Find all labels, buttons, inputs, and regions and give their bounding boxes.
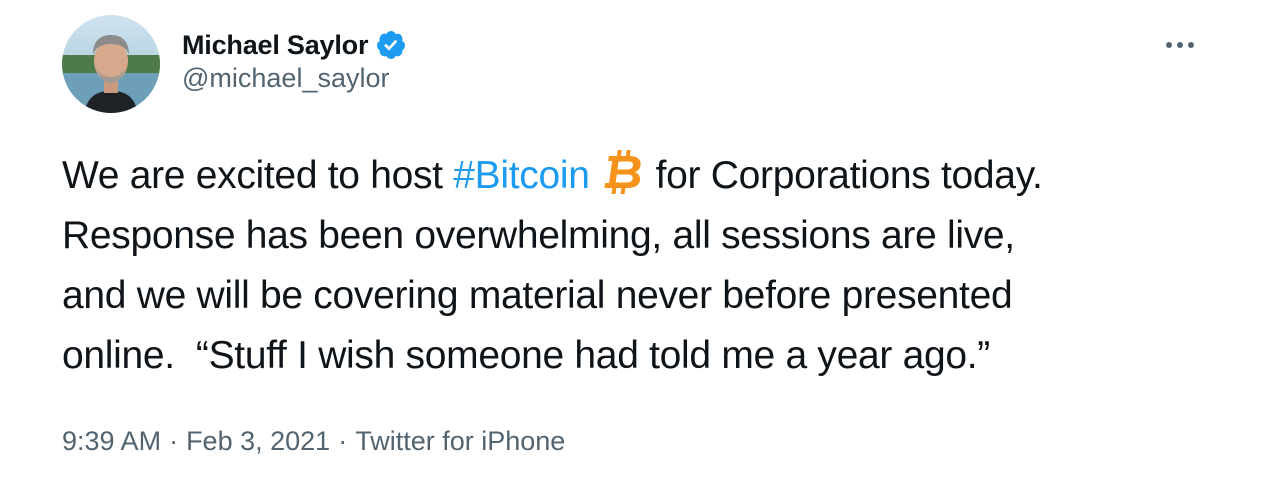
tweet-line-1: We are excited to host #Bitcoin for Corp…	[62, 146, 1252, 206]
tweet-source-link[interactable]: Twitter for iPhone	[355, 426, 565, 457]
tweet-text: We are excited to host #Bitcoin for Corp…	[62, 146, 1252, 386]
separator: ·	[338, 426, 348, 456]
tweet-line-3: and we will be covering material never b…	[62, 274, 1013, 317]
verified-badge-icon	[375, 29, 407, 61]
tweet-text-segment: for Corporations today.	[655, 154, 1043, 197]
tweet-card: Michael Saylor @michael_saylor We are ex…	[0, 0, 1280, 500]
tweet-metadata: 9:39 AM · Feb 3, 2021 · Twitter for iPho…	[62, 426, 565, 457]
avatar[interactable]	[62, 15, 160, 113]
tweet-time-link[interactable]: 9:39 AM	[62, 426, 161, 457]
tweet-line-2: Response has been overwhelming, all sess…	[62, 214, 1015, 257]
profile-photo-icon	[62, 15, 160, 113]
name-row: Michael Saylor	[182, 28, 407, 62]
tweet-line-4: online. “Stuff I wish someone had told m…	[62, 334, 990, 377]
bitcoin-icon	[600, 148, 642, 196]
more-options-button[interactable]	[1162, 30, 1198, 60]
tweet-date-link[interactable]: Feb 3, 2021	[186, 426, 330, 457]
tweet-text-segment: We are excited to host	[62, 154, 454, 197]
hashtag-link[interactable]: #Bitcoin	[453, 154, 590, 197]
user-handle[interactable]: @michael_saylor	[182, 63, 389, 94]
separator: ·	[169, 426, 179, 456]
display-name[interactable]: Michael Saylor	[182, 30, 368, 61]
more-dots-icon	[1166, 42, 1194, 48]
